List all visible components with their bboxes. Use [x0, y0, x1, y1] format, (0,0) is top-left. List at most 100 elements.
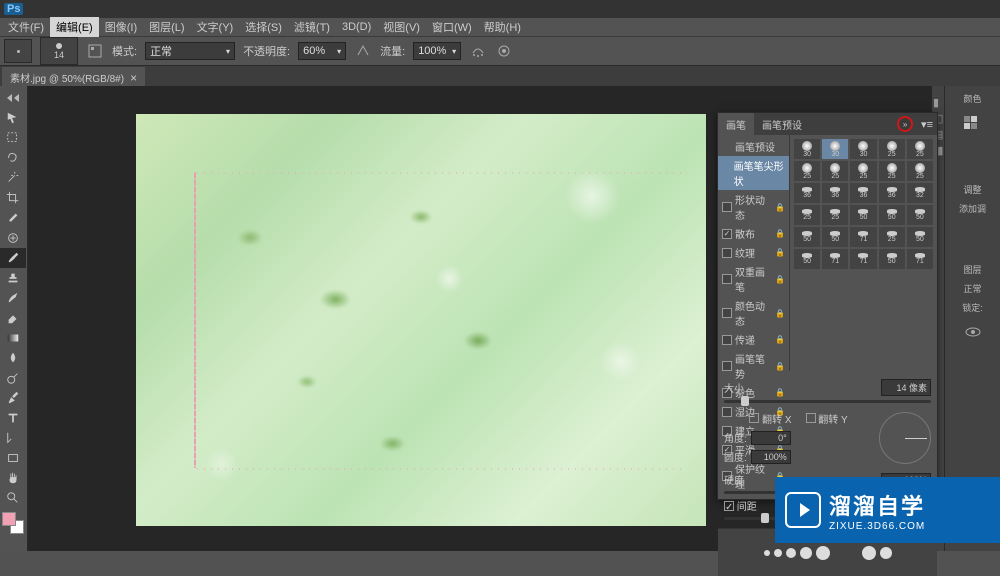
canvas[interactable] [136, 114, 706, 526]
brush-tip[interactable]: 25 [879, 139, 905, 159]
roundness-value[interactable]: 100% [751, 450, 791, 464]
brush-tip[interactable]: 36 [879, 183, 905, 203]
brush-tip[interactable]: 50 [879, 205, 905, 225]
brush-option-row[interactable]: 画笔笔尖形状 [718, 156, 789, 190]
collapse-panel-icon[interactable]: » [897, 116, 913, 132]
tool-preset-picker[interactable] [4, 39, 32, 63]
path-tool[interactable] [0, 428, 26, 448]
brush-tip[interactable]: 71 [850, 227, 876, 247]
menu-item[interactable]: 视图(V) [377, 17, 426, 37]
brush-tip[interactable]: 25 [822, 161, 848, 181]
crop-tool[interactable] [0, 188, 26, 208]
brush-tip[interactable]: 36 [850, 183, 876, 203]
flip-x-checkbox[interactable]: 翻转 X [749, 411, 791, 426]
flow-input[interactable]: 100%▾ [413, 42, 461, 60]
brush-tip[interactable]: 25 [794, 161, 820, 181]
brush-panel-icon[interactable]: ▮ [933, 96, 943, 106]
brush-tip[interactable]: 30 [850, 139, 876, 159]
brush-tip[interactable]: 36 [822, 183, 848, 203]
blur-tool[interactable] [0, 348, 26, 368]
brush-option-row[interactable]: 画笔预设 [718, 137, 789, 156]
zoom-tool[interactable] [0, 488, 26, 508]
blend-mode-select[interactable]: 正常▾ [145, 42, 235, 60]
rect-tool[interactable] [0, 448, 26, 468]
add-adjustment-label[interactable]: 添加调 [945, 200, 1000, 217]
size-slider[interactable] [724, 400, 931, 403]
menu-item[interactable]: 图像(I) [99, 17, 143, 37]
brush-tip[interactable]: 30 [822, 139, 848, 159]
brush-tip[interactable]: 25 [850, 161, 876, 181]
pressure-opacity-icon[interactable] [354, 42, 372, 60]
heal-tool[interactable] [0, 228, 26, 248]
layers-panel-label[interactable]: 图层 [945, 261, 1000, 278]
brush-tip[interactable]: 50 [794, 249, 820, 269]
brush-tab[interactable]: 画笔 [718, 113, 754, 136]
stamp-tool[interactable] [0, 268, 26, 288]
history-tool[interactable] [0, 288, 26, 308]
brush-option-row[interactable]: 散布🔒 [718, 224, 789, 243]
angle-widget[interactable] [879, 412, 931, 464]
brush-option-row[interactable]: 纹理🔒 [718, 243, 789, 262]
brush-tip[interactable]: 50 [822, 227, 848, 247]
brush-option-row[interactable]: 双重画笔🔒 [718, 262, 789, 296]
brush-tip[interactable]: 25 [822, 205, 848, 225]
menu-item[interactable]: 帮助(H) [478, 17, 527, 37]
swatches-icon[interactable] [960, 113, 986, 133]
menu-item[interactable]: 编辑(E) [50, 17, 99, 37]
brush-tip[interactable]: 50 [794, 227, 820, 247]
menu-item[interactable]: 文件(F) [2, 17, 50, 37]
brush-tip[interactable]: 71 [850, 249, 876, 269]
panel-menu-icon[interactable]: ▾≡ [921, 118, 933, 131]
angle-value[interactable]: 0° [751, 431, 791, 445]
brush-tip[interactable]: 25 [879, 227, 905, 247]
marquee-tool[interactable] [0, 128, 26, 148]
close-icon[interactable]: × [130, 71, 137, 85]
brush-tip[interactable]: 36 [794, 183, 820, 203]
menu-item[interactable]: 3D(D) [336, 19, 377, 35]
lasso-tool[interactable] [0, 148, 26, 168]
menu-item[interactable]: 文字(Y) [191, 17, 240, 37]
flip-y-checkbox[interactable]: 翻转 Y [806, 411, 848, 426]
adjustments-panel-label[interactable]: 调整 [945, 181, 1000, 198]
brush-tip[interactable]: 50 [907, 205, 933, 225]
visibility-icon[interactable] [960, 322, 986, 342]
size-value[interactable]: 14 像素 [881, 379, 931, 396]
brush-tip[interactable]: 25 [907, 139, 933, 159]
move-tool[interactable] [0, 108, 26, 128]
gradient-tool[interactable] [0, 328, 26, 348]
pressure-size-icon[interactable] [495, 42, 513, 60]
brush-panel-toggle-icon[interactable] [86, 42, 104, 60]
brush-option-row[interactable]: 颜色动态🔒 [718, 296, 789, 330]
color-panel-label[interactable]: 颜色 [945, 90, 1000, 107]
brush-tool[interactable] [0, 248, 26, 268]
brush-presets-tab[interactable]: 画笔预设 [754, 113, 810, 136]
airbrush-icon[interactable] [469, 42, 487, 60]
spacing-checkbox[interactable]: ✓ 间距 [724, 498, 757, 513]
blend-normal-label[interactable]: 正常 [945, 280, 1000, 297]
brush-tip[interactable]: 30 [794, 139, 820, 159]
pen-tool[interactable] [0, 388, 26, 408]
menu-item[interactable]: 图层(L) [143, 17, 190, 37]
menu-item[interactable]: 滤镜(T) [288, 17, 336, 37]
dodge-tool[interactable] [0, 368, 26, 388]
menu-item[interactable]: 选择(S) [239, 17, 288, 37]
wand-tool[interactable] [0, 168, 26, 188]
brush-tip[interactable]: 25 [907, 161, 933, 181]
eraser-tool[interactable] [0, 308, 26, 328]
type-tool[interactable] [0, 408, 26, 428]
brush-tip[interactable]: 71 [907, 249, 933, 269]
brush-option-row[interactable]: 传递🔒 [718, 330, 789, 349]
brush-tip[interactable]: 25 [879, 161, 905, 181]
opacity-input[interactable]: 60%▾ [298, 42, 346, 60]
hand-tool[interactable] [0, 468, 26, 488]
document-tab[interactable]: 素材.jpg @ 50%(RGB/8#) × [2, 67, 145, 88]
brush-tip[interactable]: 25 [794, 205, 820, 225]
brush-tip[interactable]: 50 [850, 205, 876, 225]
brush-option-row[interactable]: 画笔笔势🔒 [718, 349, 789, 383]
brush-preset-picker[interactable]: 14 [40, 37, 78, 65]
color-swatch[interactable] [2, 512, 24, 534]
brush-tip[interactable]: 50 [907, 227, 933, 247]
brush-tip[interactable]: 71 [822, 249, 848, 269]
menu-item[interactable]: 窗口(W) [426, 17, 478, 37]
toolbox-expand-icon[interactable] [0, 88, 26, 108]
